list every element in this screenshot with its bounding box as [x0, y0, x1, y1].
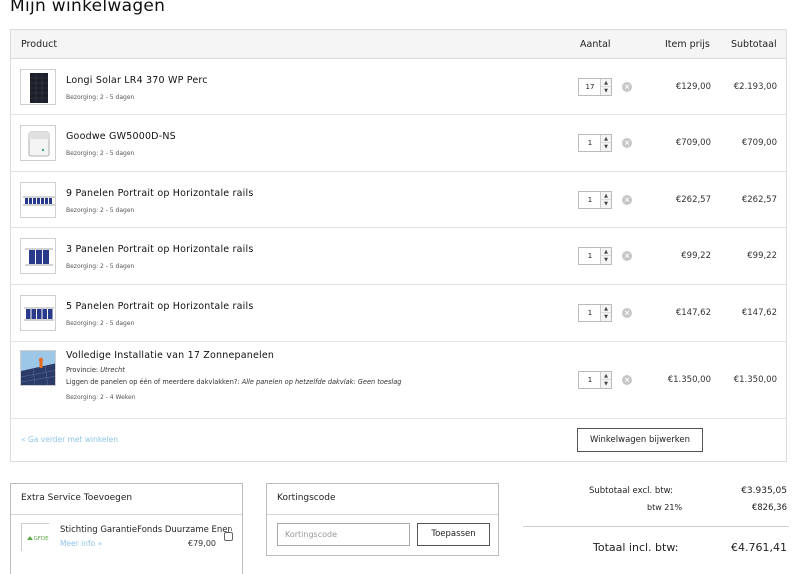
product-name[interactable]: Volledige Installatie van 17 Zonnepanele…: [66, 350, 274, 361]
vat-value: €826,36: [751, 503, 787, 513]
mounting-rails-icon[interactable]: [20, 182, 56, 218]
delivery-time: Bezorging: 2 - 5 dagen: [66, 263, 135, 270]
item-subtotal: €1.350,00: [733, 375, 777, 385]
quantity-stepper[interactable]: 1 ▲ ▼: [578, 304, 612, 322]
page-title: Mijn winkelwagen: [10, 0, 166, 16]
quantity-value[interactable]: 1: [579, 192, 601, 208]
product-name[interactable]: Longi Solar LR4 370 WP Perc: [66, 75, 208, 86]
increment-icon[interactable]: ▲: [601, 79, 611, 87]
total-value: €4.761,41: [731, 541, 787, 554]
product-name[interactable]: Goodwe GW5000D-NS: [66, 131, 176, 142]
quantity-stepper[interactable]: 1 ▲ ▼: [578, 191, 612, 209]
quantity-value[interactable]: 17: [579, 79, 601, 95]
cart-row: 3 Panelen Portrait op Horizontale rails …: [11, 228, 786, 285]
more-info-link[interactable]: Meer info »: [60, 539, 102, 548]
item-price: €709,00: [675, 138, 711, 148]
subtotal-label: Subtotaal excl. btw:: [589, 486, 674, 496]
coupon-input[interactable]: Kortingscode: [277, 523, 410, 546]
increment-icon[interactable]: ▲: [601, 305, 611, 313]
cart-row: 9 Panelen Portrait op Horizontale rails …: [11, 172, 786, 228]
service-name: Stichting GarantieFonds Duurzame Energie: [60, 525, 232, 535]
remove-x-icon[interactable]: ×: [622, 138, 632, 148]
remove-x-icon[interactable]: ×: [622, 375, 632, 385]
remove-x-icon[interactable]: ×: [622, 308, 632, 318]
header-quantity: Aantal: [580, 39, 611, 50]
item-price: €262,57: [675, 195, 711, 205]
decrement-icon[interactable]: ▼: [601, 256, 611, 264]
service-checkbox[interactable]: [224, 532, 233, 541]
total-label: Totaal incl. btw:: [593, 541, 679, 554]
remove-x-icon[interactable]: ×: [622, 82, 632, 92]
svg-text:GFDE: GFDE: [34, 536, 50, 542]
update-cart-button[interactable]: Winkelwagen bijwerken: [577, 428, 703, 452]
item-price: €99,22: [681, 251, 711, 261]
apply-coupon-button[interactable]: Toepassen: [417, 523, 490, 546]
item-price: €147,62: [675, 308, 711, 318]
delivery-time: Bezorging: 2 - 4 Weken: [66, 394, 136, 401]
extra-service-box: Extra Service Toevoegen GFDE Stichting G…: [10, 483, 243, 574]
coupon-title: Kortingscode: [277, 493, 336, 503]
product-name[interactable]: 3 Panelen Portrait op Horizontale rails: [66, 244, 254, 255]
header-product: Product: [21, 39, 58, 50]
service-price: €79,00: [188, 539, 216, 548]
roof-detail: Liggen de panelen op één of meerdere dak…: [66, 378, 402, 386]
extra-service-title: Extra Service Toevoegen: [21, 493, 133, 503]
delivery-time: Bezorging: 2 - 5 dagen: [66, 94, 135, 101]
item-price: €129,00: [675, 82, 711, 92]
coupon-box: Kortingscode Kortingscode Toepassen: [266, 483, 499, 556]
delivery-time: Bezorging: 2 - 5 dagen: [66, 150, 135, 157]
subtotal-value: €3.935,05: [741, 486, 787, 496]
item-subtotal: €147,62: [741, 308, 777, 318]
delivery-time: Bezorging: 2 - 5 dagen: [66, 207, 135, 214]
quantity-value[interactable]: 1: [579, 305, 601, 321]
quantity-stepper[interactable]: 1 ▲ ▼: [578, 247, 612, 265]
decrement-icon[interactable]: ▼: [601, 200, 611, 208]
decrement-icon[interactable]: ▼: [601, 143, 611, 151]
cart-table-header: Product Aantal Item prijs Subtotaal: [11, 30, 786, 59]
increment-icon[interactable]: ▲: [601, 135, 611, 143]
item-subtotal: €262,57: [741, 195, 777, 205]
continue-shopping-link[interactable]: « Ga verder met winkelen: [21, 435, 118, 444]
cart-row: Longi Solar LR4 370 WP Perc Bezorging: 2…: [11, 59, 786, 115]
quantity-stepper[interactable]: 17 ▲ ▼: [578, 78, 612, 96]
header-item-price: Item prijs: [665, 39, 710, 50]
item-subtotal: €709,00: [741, 138, 777, 148]
province-detail: Provincie: Utrecht: [66, 366, 125, 374]
gfde-logo-icon: GFDE: [21, 523, 50, 552]
cart-row: 5 Panelen Portrait op Horizontale rails …: [11, 285, 786, 342]
product-name[interactable]: 9 Panelen Portrait op Horizontale rails: [66, 188, 254, 199]
decrement-icon[interactable]: ▼: [601, 380, 611, 388]
quantity-value[interactable]: 1: [579, 135, 601, 151]
increment-icon[interactable]: ▲: [601, 248, 611, 256]
delivery-time: Bezorging: 2 - 5 dagen: [66, 320, 135, 327]
solar-panel-icon[interactable]: [20, 69, 56, 105]
mounting-rails-icon[interactable]: [20, 238, 56, 274]
quantity-value[interactable]: 1: [579, 248, 601, 264]
remove-x-icon[interactable]: ×: [622, 195, 632, 205]
mounting-rails-icon[interactable]: [20, 295, 56, 331]
cart-row: Volledige Installatie van 17 Zonnepanele…: [11, 342, 786, 419]
remove-x-icon[interactable]: ×: [622, 251, 632, 261]
quantity-value[interactable]: 1: [579, 372, 601, 388]
installation-photo-icon[interactable]: [20, 350, 56, 386]
item-subtotal: €99,22: [747, 251, 777, 261]
quantity-stepper[interactable]: 1 ▲ ▼: [578, 134, 612, 152]
vat-label: btw 21%: [647, 503, 683, 512]
quantity-stepper[interactable]: 1 ▲ ▼: [578, 371, 612, 389]
increment-icon[interactable]: ▲: [601, 372, 611, 380]
item-subtotal: €2.193,00: [733, 82, 777, 92]
product-name[interactable]: 5 Panelen Portrait op Horizontale rails: [66, 301, 254, 312]
cart-row: Goodwe GW5000D-NS Bezorging: 2 - 5 dagen…: [11, 115, 786, 172]
totals-divider: [523, 526, 789, 527]
item-price: €1.350,00: [667, 375, 711, 385]
cart-table: Product Aantal Item prijs Subtotaal Long…: [10, 29, 787, 462]
header-subtotal: Subtotaal: [731, 39, 777, 50]
inverter-icon[interactable]: [20, 125, 56, 161]
decrement-icon[interactable]: ▼: [601, 87, 611, 95]
decrement-icon[interactable]: ▼: [601, 313, 611, 321]
increment-icon[interactable]: ▲: [601, 192, 611, 200]
